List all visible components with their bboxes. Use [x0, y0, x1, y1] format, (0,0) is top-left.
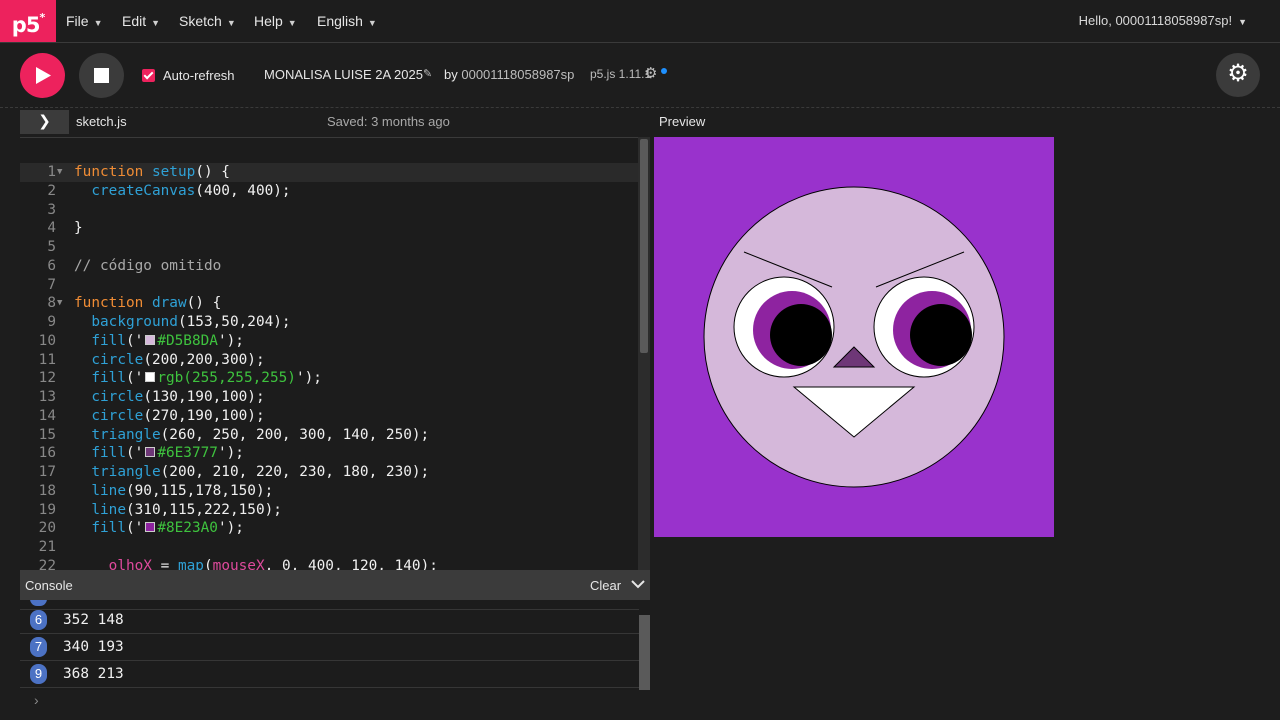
sketch-author: by 00001118058987sp: [444, 67, 575, 82]
fold-icon[interactable]: ▼: [57, 294, 62, 313]
console-prompt[interactable]: ›: [34, 692, 39, 708]
menu-file[interactable]: File ▼: [66, 0, 102, 42]
code-line[interactable]: 21: [20, 538, 638, 557]
code-line[interactable]: 17 triangle(200, 210, 220, 230, 180, 230…: [20, 463, 638, 482]
console-clear-button[interactable]: Clear: [590, 578, 621, 593]
right-pupil: [910, 304, 972, 366]
author-link[interactable]: 00001118058987sp: [461, 67, 574, 82]
console-count-badge: 9: [30, 664, 47, 684]
color-swatch[interactable]: [145, 372, 156, 383]
preview-label: Preview: [659, 114, 706, 129]
code-line[interactable]: 19 line(310,115,222,150);: [20, 501, 638, 520]
code-editor[interactable]: 1 ▼ function setup() { 2 createCanvas(400,…: [20, 137, 650, 570]
chevron-down-icon: ▼: [151, 18, 161, 28]
sketch-name[interactable]: MONALISA LUISE 2A 2025: [264, 67, 423, 82]
code-line[interactable]: 1 ▼ function setup() {: [20, 163, 638, 182]
console-scrollbar[interactable]: [639, 615, 650, 690]
console-line: 9 368 213: [20, 662, 639, 688]
code-line[interactable]: 2 createCanvas(400, 400);: [20, 182, 638, 201]
console-count-badge: [30, 600, 47, 606]
file-name: sketch.js: [76, 114, 127, 129]
gear-icon[interactable]: ⚙: [644, 64, 657, 82]
code-line[interactable]: 18 line(90,115,178,150);: [20, 482, 638, 501]
code-line[interactable]: 4}: [20, 219, 638, 238]
auto-refresh-toggle[interactable]: Auto-refresh: [142, 67, 235, 83]
auto-refresh-label: Auto-refresh: [163, 67, 235, 83]
toolbar: Auto-refresh MONALISA LUISE 2A 2025 ✎ by…: [0, 43, 1280, 108]
code-line[interactable]: 14 circle(270,190,100);: [20, 407, 638, 426]
console-title: Console: [25, 578, 73, 593]
console-count-badge: 7: [30, 637, 47, 657]
console-output: 6 352 148 7 340 193 9 368 213: [20, 600, 650, 690]
p5-version[interactable]: p5.js 1.11.1: [590, 67, 651, 81]
menu-help[interactable]: Help ▼: [254, 0, 297, 42]
code-line[interactable]: 13 circle(130,190,100);: [20, 388, 638, 407]
play-button[interactable]: [20, 53, 65, 98]
preview-canvas[interactable]: [654, 137, 1054, 537]
code-line[interactable]: 20 fill(' #8E23A0');: [20, 519, 638, 538]
code-line[interactable]: 7: [20, 276, 638, 295]
color-swatch[interactable]: [145, 447, 156, 458]
console-header: Console Clear: [20, 570, 650, 600]
chevron-down-icon[interactable]: [630, 574, 646, 594]
top-nav: p5* File ▼ Edit ▼ Sketch ▼ Help ▼ English ▼ H…: [0, 0, 1280, 43]
saved-status: Saved: 3 months ago: [327, 114, 450, 129]
user-menu[interactable]: Hello, 00001118058987sp! ▼: [1079, 0, 1247, 42]
console-line: 6 352 148: [20, 608, 639, 634]
chevron-down-icon: ▼: [226, 18, 236, 28]
expand-sidebar-button[interactable]: ❯: [20, 110, 69, 134]
chevron-down-icon: ▼: [367, 18, 377, 28]
color-swatch[interactable]: [145, 334, 156, 345]
code-line[interactable]: 16 fill(' #6E3777');: [20, 444, 638, 463]
code-line[interactable]: 6// código omitido: [20, 257, 638, 276]
code-line[interactable]: 8 ▼ function draw() {: [20, 294, 638, 313]
menu-language[interactable]: English ▼: [317, 0, 377, 42]
console-line: 7 340 193: [20, 635, 639, 661]
console-count-badge: 6: [30, 610, 47, 630]
color-swatch[interactable]: [145, 522, 156, 533]
chevron-right-icon: ❯: [38, 113, 51, 130]
left-pupil: [770, 304, 832, 366]
code-line[interactable]: 9 background(153,50,204);: [20, 313, 638, 332]
chevron-down-icon: ▼: [1238, 17, 1247, 27]
code-lines[interactable]: 1 ▼ function setup() { 2 createCanvas(400,…: [20, 163, 638, 570]
auto-refresh-checkbox[interactable]: [142, 68, 155, 82]
settings-button[interactable]: ⚙: [1216, 53, 1260, 97]
play-icon: [36, 67, 51, 84]
code-line[interactable]: 22 olhoX = map(mouseX, 0, 400, 120, 140)…: [20, 557, 638, 570]
editor-scroll-thumb[interactable]: [640, 139, 648, 353]
gear-icon: ⚙: [1227, 60, 1249, 87]
notification-dot: [661, 68, 667, 74]
pencil-icon[interactable]: ✎: [423, 67, 432, 80]
code-line[interactable]: 10 fill(' #D5B8DA');: [20, 332, 638, 351]
chevron-down-icon: ▼: [93, 18, 103, 28]
editor-scrollbar[interactable]: [638, 137, 650, 570]
fold-icon[interactable]: ▼: [57, 163, 62, 182]
menu-edit[interactable]: Edit ▼: [122, 0, 160, 42]
code-line[interactable]: 5: [20, 238, 638, 257]
chevron-down-icon: ▼: [287, 18, 297, 28]
menu-sketch[interactable]: Sketch ▼: [179, 0, 236, 42]
code-line[interactable]: 11 circle(200,200,300);: [20, 351, 638, 370]
stop-icon: [94, 68, 109, 83]
code-line[interactable]: 15 triangle(260, 250, 200, 300, 140, 250…: [20, 426, 638, 445]
code-line[interactable]: 3: [20, 201, 638, 220]
code-line[interactable]: 12 fill(' rgb(255,255,255)');: [20, 369, 638, 388]
p5-logo[interactable]: p5*: [0, 0, 56, 42]
stop-button[interactable]: [79, 53, 124, 98]
